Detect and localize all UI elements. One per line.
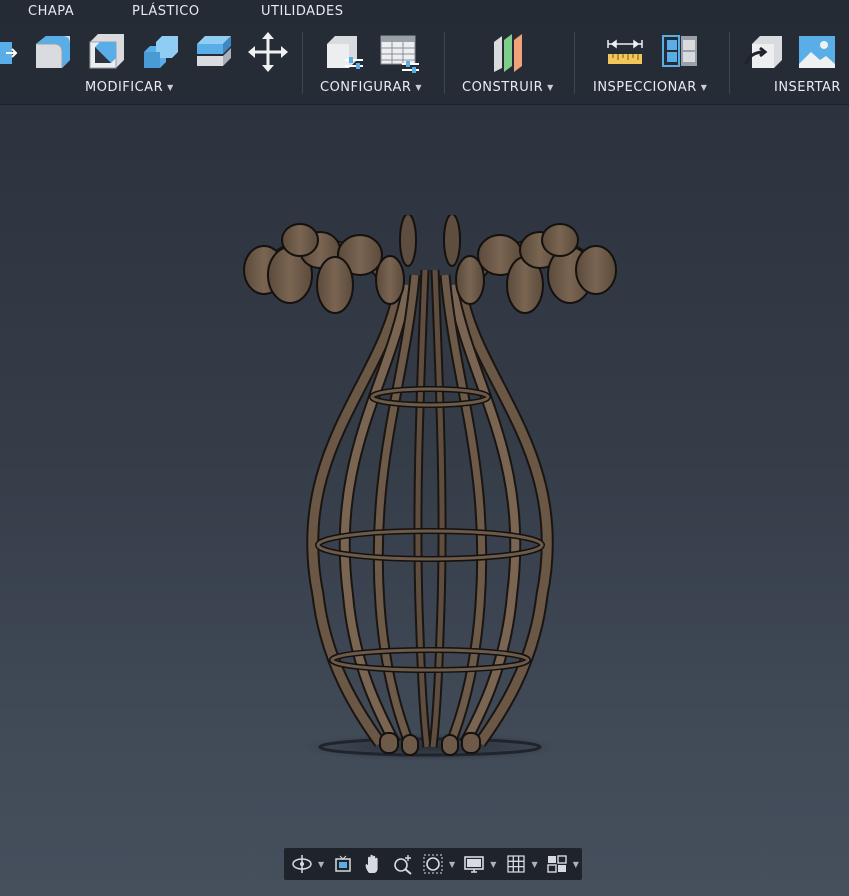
combine-icon[interactable] xyxy=(140,30,182,74)
look-at-icon[interactable] xyxy=(329,850,357,878)
parameter-table-icon[interactable] xyxy=(378,30,420,74)
chevron-down-icon: ▼ xyxy=(700,83,708,92)
group-construir[interactable]: CONSTRUIR ▼ xyxy=(462,80,554,95)
tab-chapa[interactable]: CHAPA xyxy=(28,4,74,19)
press-pull-icon[interactable] xyxy=(0,30,18,74)
measure-icon[interactable] xyxy=(604,30,646,74)
group-insertar-label: INSERTAR xyxy=(774,80,841,95)
chevron-down-icon[interactable]: ▼ xyxy=(318,860,327,869)
toolbar-divider xyxy=(574,32,575,94)
group-inspeccionar[interactable]: INSPECCIONAR ▼ xyxy=(593,80,707,95)
fillet-icon[interactable] xyxy=(32,30,74,74)
canvas-viewport[interactable] xyxy=(0,105,849,896)
toolbar-divider xyxy=(302,32,303,94)
chevron-down-icon[interactable]: ▼ xyxy=(449,860,458,869)
wooden-vase-lamp-model[interactable] xyxy=(230,215,630,775)
display-settings-icon[interactable] xyxy=(460,850,488,878)
tab-plastico[interactable]: PLÁSTICO xyxy=(132,4,200,19)
chevron-down-icon[interactable]: ▼ xyxy=(573,860,582,869)
grid-icon[interactable] xyxy=(502,850,530,878)
change-parameters-icon[interactable] xyxy=(323,30,365,74)
chevron-down-icon[interactable]: ▼ xyxy=(532,860,541,869)
chevron-down-icon: ▼ xyxy=(415,83,423,92)
group-configurar-label: CONFIGURAR xyxy=(320,80,412,95)
fit-window-icon[interactable] xyxy=(419,850,447,878)
navigation-bar: ▼ ▼ ▼ ▼ ▼ xyxy=(284,848,582,880)
zoom-icon[interactable] xyxy=(389,850,417,878)
toolbar-divider xyxy=(729,32,730,94)
offset-face-icon[interactable] xyxy=(193,30,235,74)
insert-derive-icon[interactable] xyxy=(744,30,786,74)
section-analysis-icon[interactable] xyxy=(659,30,701,74)
pan-icon[interactable] xyxy=(359,850,387,878)
chevron-down-icon: ▼ xyxy=(167,83,174,92)
group-construir-label: CONSTRUIR xyxy=(462,80,544,95)
tab-utilidades[interactable]: UTILIDADES xyxy=(261,4,344,19)
chevron-down-icon: ▼ xyxy=(547,83,554,92)
group-inspeccionar-label: INSPECCIONAR xyxy=(593,80,697,95)
chevron-down-icon[interactable]: ▼ xyxy=(490,860,499,869)
offset-plane-icon[interactable] xyxy=(490,30,532,74)
shell-icon[interactable] xyxy=(86,30,128,74)
move-icon[interactable] xyxy=(247,30,289,74)
orbit-icon[interactable] xyxy=(288,850,316,878)
group-configurar[interactable]: CONFIGURAR ▼ xyxy=(320,80,422,95)
toolbar-divider xyxy=(444,32,445,94)
group-modificar[interactable]: MODIFICAR ▼ xyxy=(85,80,174,95)
group-insertar[interactable]: INSERTAR xyxy=(774,80,841,95)
insert-canvas-icon[interactable] xyxy=(796,30,838,74)
group-modificar-label: MODIFICAR xyxy=(85,80,164,95)
viewports-icon[interactable] xyxy=(543,850,571,878)
toolbar: MODIFICAR ▼ CONFIGURAR ▼ CONSTRUIR ▼ INSPEC… xyxy=(0,24,849,105)
menu-tabs-bar: CHAPA PLÁSTICO UTILIDADES xyxy=(0,0,849,24)
